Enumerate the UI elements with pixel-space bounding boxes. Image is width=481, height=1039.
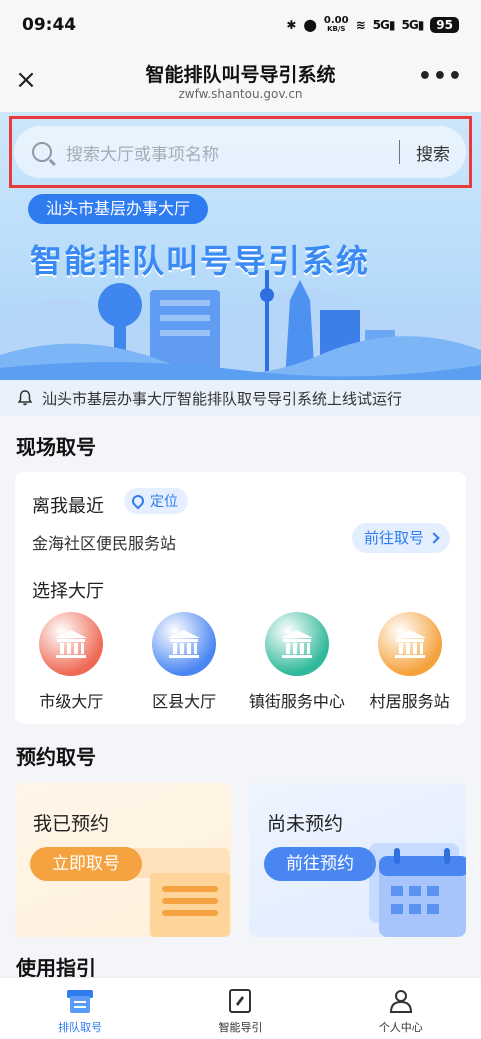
net-speed-unit: KB/S xyxy=(327,25,346,33)
status-bar: 09:44 ✱ ⬤ 0.00 KB/S ≋ 5G▮ 5G▮ 95 xyxy=(0,0,481,50)
guide-book-icon xyxy=(229,989,252,1013)
notice-bar[interactable]: 汕头市基层办事大厅智能排队取号导引系统上线试运行 xyxy=(0,380,481,416)
hall-item-village[interactable]: 村居服务站 xyxy=(353,612,466,712)
tab-guide[interactable]: 智能导引 xyxy=(160,978,320,1039)
unreserved-title: 尚未预约 xyxy=(267,813,344,835)
go-take-number-label: 前往取号 xyxy=(363,529,424,547)
government-building-icon xyxy=(377,612,442,676)
hall-label: 区县大厅 xyxy=(152,692,217,711)
search-input[interactable]: 搜索大厅或事项名称 xyxy=(66,140,399,165)
status-icons: ✱ ⬤ 0.00 KB/S ≋ 5G▮ 5G▮ 95 xyxy=(286,16,459,34)
chevron-right-icon xyxy=(428,532,440,544)
page-title: 智能排队叫号导引系统 xyxy=(145,64,336,86)
onsite-card: 离我最近 定位 金海社区便民服务站 前往取号 选择大厅 市级大厅 区县大厅 镇街… xyxy=(15,472,466,724)
section-title-reservation: 预约取号 xyxy=(16,745,96,769)
more-icon[interactable]: ••• xyxy=(418,64,463,89)
ticket-icon xyxy=(67,990,94,1013)
section-title-onsite: 现场取号 xyxy=(16,435,96,459)
tab-label: 排队取号 xyxy=(58,1021,103,1034)
hall-label: 市级大厅 xyxy=(39,692,104,711)
hall-item-district[interactable]: 区县大厅 xyxy=(128,612,241,712)
bluetooth-icon: ✱ xyxy=(286,18,297,32)
battery-indicator: 95 xyxy=(430,17,459,33)
go-reserve-button[interactable]: 前往预约 xyxy=(264,847,376,881)
bell-icon xyxy=(18,390,32,406)
reserved-card[interactable]: 我已预约 立即取号 xyxy=(15,783,232,937)
tab-profile[interactable]: 个人中心 xyxy=(321,978,481,1039)
banner-title: 智能排队叫号导引系统 xyxy=(30,242,371,280)
search-icon xyxy=(32,142,52,162)
calendar-icon xyxy=(369,843,466,937)
status-time: 09:44 xyxy=(22,15,77,35)
hall-item-town[interactable]: 镇街服务中心 xyxy=(241,612,354,712)
locate-button[interactable]: 定位 xyxy=(124,488,188,514)
government-building-icon xyxy=(264,612,329,676)
signal-icon-2: 5G▮ xyxy=(401,18,424,32)
wifi-icon: ≋ xyxy=(355,18,366,32)
take-number-now-button[interactable]: 立即取号 xyxy=(30,847,142,881)
user-icon xyxy=(389,990,412,1013)
nav-bar: × 智能排队叫号导引系统 zwfw.shantou.gov.cn ••• xyxy=(0,50,481,112)
hall-pill: 汕头市基层办事大厅 xyxy=(28,194,209,224)
tab-queue[interactable]: 排队取号 xyxy=(0,978,160,1039)
search-bar[interactable]: 搜索大厅或事项名称 搜索 xyxy=(14,126,466,178)
hall-list: 市级大厅 区县大厅 镇街服务中心 村居服务站 xyxy=(15,612,466,712)
unreserved-card[interactable]: 尚未预约 前往预约 xyxy=(249,783,466,937)
page-url: zwfw.shantou.gov.cn xyxy=(178,87,303,101)
reserved-title: 我已预约 xyxy=(33,813,110,835)
nearest-station-name: 金海社区便民服务站 xyxy=(32,534,177,553)
bottom-tab-bar: 排队取号 智能导引 个人中心 xyxy=(0,977,481,1039)
go-take-number-button[interactable]: 前往取号 xyxy=(351,523,450,553)
nearest-label: 离我最近 xyxy=(32,496,104,517)
signal-1-label: 5G xyxy=(372,18,390,32)
tab-label: 个人中心 xyxy=(378,1021,423,1034)
signal-icon-1: 5G▮ xyxy=(372,18,396,32)
government-building-icon xyxy=(39,612,104,676)
hall-label: 镇街服务中心 xyxy=(248,692,345,711)
tab-label: 智能导引 xyxy=(218,1021,263,1034)
location-icon: ⬤ xyxy=(303,18,317,32)
signal-2-label: 5G xyxy=(401,18,418,32)
hall-label: 村居服务站 xyxy=(369,692,450,711)
locate-label: 定位 xyxy=(150,494,178,510)
net-speed: 0.00 KB/S xyxy=(324,16,349,34)
net-speed-value: 0.00 xyxy=(323,15,349,26)
select-hall-label: 选择大厅 xyxy=(32,581,104,602)
hero-banner: 搜索大厅或事项名称 搜索 汕头市基层办事大厅 智能排队叫号导引系统 xyxy=(0,112,481,380)
government-building-icon xyxy=(152,612,217,676)
search-button[interactable]: 搜索 xyxy=(400,140,466,165)
location-pin-icon xyxy=(129,492,147,510)
notice-text: 汕头市基层办事大厅智能排队取号导引系统上线试运行 xyxy=(42,389,403,408)
hall-item-city[interactable]: 市级大厅 xyxy=(15,612,128,712)
